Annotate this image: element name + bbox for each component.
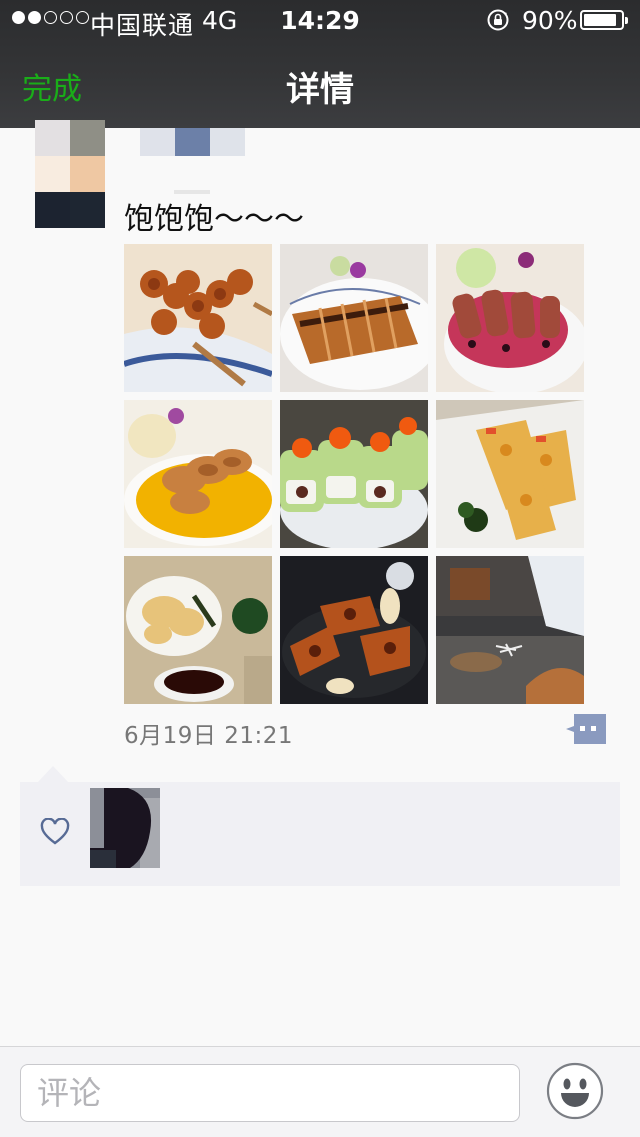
battery-percent: 90% — [522, 6, 578, 35]
status-bar: 中国联通 4G 14:29 90% — [0, 0, 640, 40]
page-title: 详情 — [286, 70, 354, 110]
photo-teppanyaki-grill[interactable] — [436, 556, 584, 704]
post-text: 饱饱饱～～～ — [124, 202, 304, 237]
liker-avatar[interactable] — [90, 788, 160, 868]
photo-tonkatsu[interactable] — [280, 244, 428, 392]
smiley-icon[interactable] — [546, 1062, 604, 1120]
photo-tempura[interactable] — [124, 556, 272, 704]
photo-grid — [124, 244, 584, 704]
heart-icon — [40, 818, 70, 845]
author-avatar[interactable] — [35, 120, 105, 228]
battery-fill — [584, 14, 617, 26]
comment-input[interactable] — [20, 1064, 520, 1122]
comment-bubble-icon[interactable] — [566, 714, 606, 744]
battery-icon — [580, 10, 628, 30]
photo-grilled-meat[interactable] — [280, 556, 428, 704]
photo-duck-berry-sauce[interactable] — [436, 244, 584, 392]
top-bar: 中国联通 4G 14:29 90% 完成 详情 — [0, 0, 640, 128]
photo-sushi-rolls[interactable] — [280, 400, 428, 548]
rotation-lock-icon — [487, 9, 509, 31]
photo-yakitori-skewers[interactable] — [124, 244, 272, 392]
photo-baked-seafood[interactable] — [436, 400, 584, 548]
post-timestamp: 6月19日 21:21 — [124, 723, 293, 749]
author-name[interactable] — [140, 128, 245, 156]
photo-duck-mango-sauce[interactable] — [124, 400, 272, 548]
likes-pointer — [38, 766, 68, 782]
